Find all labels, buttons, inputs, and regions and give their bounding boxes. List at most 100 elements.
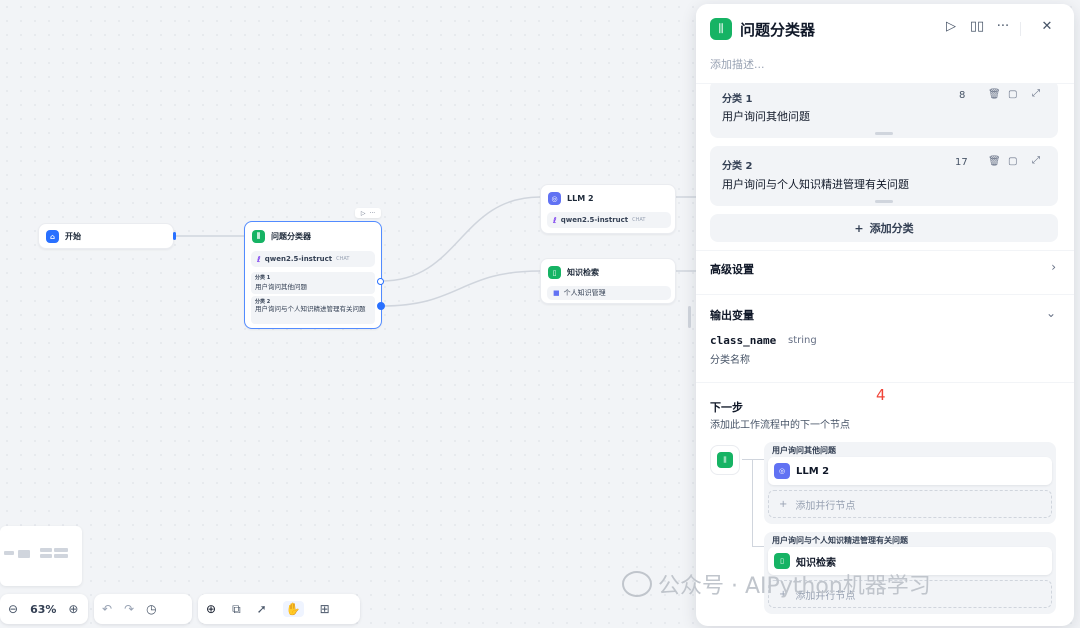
class-text[interactable]: 用户询问与个人知识精进管理有关问题 <box>722 176 909 192</box>
classifier-icon: ⫼ <box>710 18 732 40</box>
close-icon[interactable]: ✕ <box>1038 19 1056 34</box>
var-desc: 分类名称 <box>710 355 750 366</box>
output-vars-title[interactable]: 输出变量 <box>710 307 754 323</box>
branch-box: 用户询问其他问题 ◎ LLM 2 + 添加并行节点 <box>764 442 1056 524</box>
history-toolbar: ↶ ↷ ◷ <box>94 594 192 624</box>
dataset-row: ■ 个人知识管理 <box>547 286 671 300</box>
branch-label: 用户询问其他问题 <box>772 446 836 455</box>
knowledge-node[interactable]: ▯ 知识检索 ■ 个人知识管理 <box>540 258 676 304</box>
llm-node[interactable]: ◎ LLM 2 ℓ qwen2.5-instruct CHAT <box>540 184 676 234</box>
plus-icon: + <box>854 221 864 235</box>
run-icon[interactable]: ▷ <box>361 210 366 217</box>
start-node[interactable]: ⌂ 开始 <box>38 223 174 249</box>
minimap[interactable] <box>0 526 82 586</box>
var-name: class_name <box>710 334 777 347</box>
class2-handle[interactable] <box>377 302 385 310</box>
delete-icon[interactable]: 🗑 <box>988 156 1001 167</box>
expand-icon[interactable]: ⤢ <box>1032 88 1040 99</box>
tools-toolbar: ⊕ ⧉ ➚ ✋ ⊞ <box>198 594 360 624</box>
llm-node-title: LLM 2 <box>567 194 594 203</box>
class-card[interactable]: 分类 2 17 🗑 ▢ ⤢ 用户询问与个人知识精进管理有关问题 <box>710 146 1058 206</box>
classifier-node-title: 问题分类器 <box>271 232 311 241</box>
branch-target[interactable]: ◎ LLM 2 <box>768 457 1052 485</box>
book-open-icon[interactable]: ▯▯ <box>968 19 986 34</box>
model-name: qwen2.5-instruct <box>264 255 333 263</box>
description-field[interactable]: 添加描述... <box>710 56 765 72</box>
class-label: 分类 1 <box>722 94 753 105</box>
next-step-desc: 添加此工作流程中的下一个节点 <box>710 420 850 431</box>
node-mini-toolbar[interactable]: ▷ ··· <box>355 208 381 218</box>
panel-resize-handle[interactable] <box>688 306 691 328</box>
class-label: 分类 2 <box>255 299 271 305</box>
add-note-icon[interactable]: ⧉ <box>232 602 241 617</box>
add-class-button[interactable]: + 添加分类 <box>710 214 1058 242</box>
qwen-logo-icon: ℓ <box>553 215 557 225</box>
class-text: 用户询问与个人知识精进管理有关问题 <box>255 305 366 313</box>
classifier-node[interactable]: ⫼ 问题分类器 ℓ qwen2.5-instruct CHAT 分类 1 用户询… <box>244 221 382 329</box>
book-icon: ▯ <box>548 266 561 279</box>
panel-header: ⫼ 问题分类器 ▷ ▯▯ ··· ✕ 添加描述... <box>696 4 1074 84</box>
classifier-icon: ⫼ <box>252 230 265 243</box>
pointer-icon[interactable]: ➚ <box>257 602 267 616</box>
drag-grip[interactable] <box>875 200 893 203</box>
knowledge-node-title: 知识检索 <box>567 268 599 277</box>
dataset-name: 个人知识管理 <box>563 289 606 297</box>
hand-icon[interactable]: ✋ <box>282 601 304 617</box>
drag-grip[interactable] <box>875 132 893 135</box>
organize-icon[interactable]: ⊞ <box>320 602 330 616</box>
class-item: 分类 2 用户询问与个人知识精进管理有关问题 <box>251 296 375 324</box>
chevron-right-icon[interactable]: › <box>1051 260 1056 274</box>
source-node-icon: ⫼ <box>710 445 740 475</box>
watermark: 公众号 · AIPython机器学习 <box>622 568 931 600</box>
zoom-out-icon[interactable]: ⊖ <box>8 602 18 616</box>
more-icon[interactable]: ··· <box>994 19 1012 34</box>
classifier-icon: ⫼ <box>717 452 733 468</box>
next-step-title: 下一步 <box>710 401 743 414</box>
zoom-in-icon[interactable]: ⊕ <box>68 602 78 616</box>
advanced-settings-title[interactable]: 高级设置 <box>710 261 754 277</box>
history-icon[interactable]: ◷ <box>146 602 156 616</box>
qwen-logo-icon: ℓ <box>257 254 261 264</box>
wechat-icon <box>622 571 652 597</box>
llm-model-row: ℓ qwen2.5-instruct CHAT <box>547 212 671 228</box>
add-parallel-label: 添加并行节点 <box>795 500 856 512</box>
watermark-text: 公众号 · AIPython机器学习 <box>658 574 931 599</box>
zoom-level[interactable]: 63% <box>30 603 56 616</box>
branch-label: 用户询问与个人知识精进管理有关问题 <box>772 536 908 545</box>
undo-icon[interactable]: ↶ <box>102 602 112 616</box>
book-icon: ▯ <box>774 553 790 569</box>
class-label: 分类 1 <box>255 275 271 281</box>
start-node-handle[interactable] <box>173 232 176 240</box>
model-tag: CHAT <box>632 217 646 223</box>
class-text[interactable]: 用户询问其他问题 <box>722 108 810 124</box>
add-parallel-button[interactable]: + 添加并行节点 <box>768 490 1052 518</box>
delete-icon[interactable]: 🗑 <box>988 89 1001 100</box>
run-icon[interactable]: ▷ <box>942 19 960 34</box>
panel-title[interactable]: 问题分类器 <box>740 19 815 40</box>
class-text: 用户询问其他问题 <box>255 283 307 291</box>
target-name: 知识检索 <box>796 557 836 569</box>
redo-icon[interactable]: ↷ <box>124 602 134 616</box>
target-name: LLM 2 <box>796 465 830 477</box>
folder-icon: ■ <box>553 289 560 297</box>
class-label: 分类 2 <box>722 161 753 172</box>
annotation-number: 4 <box>876 386 886 404</box>
var-type: string <box>788 335 817 346</box>
plus-icon: + <box>779 498 788 510</box>
llm-icon: ◎ <box>548 192 561 205</box>
more-icon[interactable]: ··· <box>369 210 375 217</box>
clipboard-icon[interactable]: ▢ <box>1008 89 1017 100</box>
model-tag: CHAT <box>336 256 350 262</box>
start-node-label: 开始 <box>65 232 81 241</box>
chevron-down-icon[interactable]: ⌄ <box>1046 306 1056 320</box>
divider-line <box>1020 22 1021 36</box>
model-name: qwen2.5-instruct <box>560 216 629 224</box>
llm-icon: ◎ <box>774 463 790 479</box>
add-node-icon[interactable]: ⊕ <box>206 602 216 616</box>
class-card[interactable]: 分类 1 8 🗑 ▢ ⤢ 用户询问其他问题 <box>710 80 1058 138</box>
home-icon: ⌂ <box>46 230 59 243</box>
clipboard-icon[interactable]: ▢ <box>1008 156 1017 167</box>
expand-icon[interactable]: ⤢ <box>1032 155 1040 166</box>
node-settings-panel: ⫼ 问题分类器 ▷ ▯▯ ··· ✕ 添加描述... 分类 1 8 🗑 ▢ ⤢ … <box>696 4 1074 626</box>
class1-handle[interactable] <box>377 278 384 285</box>
